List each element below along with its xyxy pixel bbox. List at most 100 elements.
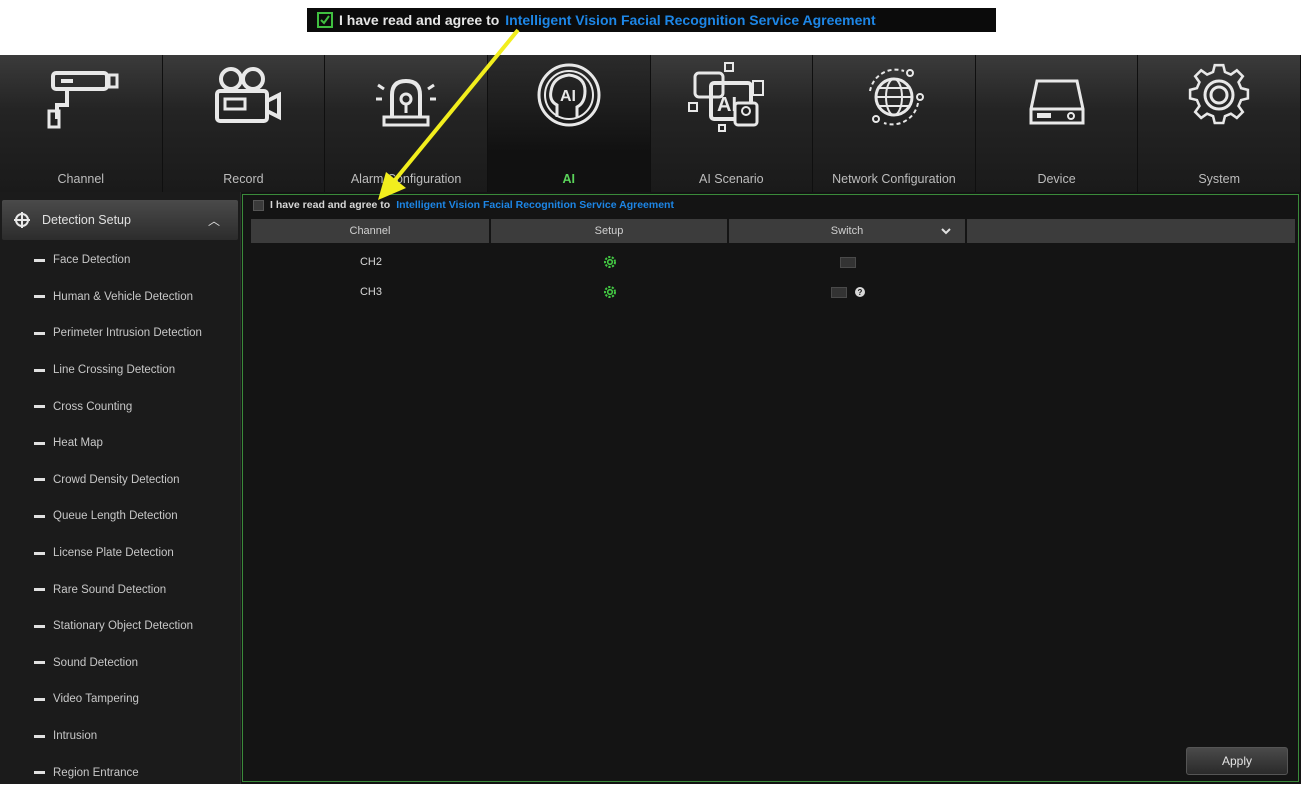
svg-text:AI: AI [560,88,576,105]
tab-record[interactable]: Record [163,55,326,192]
tab-label: Network Configuration [832,172,956,186]
agreement-checkbox[interactable] [253,199,264,211]
sidebar-item-crowd-density-detection[interactable]: Crowd Density Detection [0,462,240,499]
tab-label: AI Scenario [699,172,764,186]
column-header-blank [967,219,1295,243]
alarm-siren-icon [376,78,437,127]
column-header-switch-label: Switch [830,225,864,237]
crosshair-icon [14,212,30,228]
tab-system[interactable]: System [1138,55,1301,192]
agreement-row: I have read and agree to Intelligent Vis… [243,195,1298,215]
sidebar-item-label: License Plate Detection [53,547,174,560]
dash-icon [34,331,45,335]
dash-icon [34,514,45,518]
sidebar-item-label: Crowd Density Detection [53,473,180,486]
sidebar-item-label: Video Tampering [53,693,139,706]
hard-drive-icon [1029,79,1085,125]
row-channel: CH2 [359,256,382,268]
apply-button[interactable]: Apply [1186,747,1288,775]
sidebar-item-label: Perimeter Intrusion Detection [53,327,202,340]
sidebar-item-cross-counting[interactable]: Cross Counting [0,388,240,425]
tab-label: AI [562,172,575,186]
tab-label: Channel [57,172,105,186]
agreement-text: I have read and agree to [270,199,391,211]
ai-scenario-icon: AI [688,62,765,132]
setup-gear-button[interactable] [491,285,729,299]
sidebar-item-perimeter-intrusion-detection[interactable]: Perimeter Intrusion Detection [0,315,240,352]
sidebar: Detection Setup ︿ Face Detection Human &… [0,192,241,784]
sidebar-item-label: Rare Sound Detection [53,583,167,596]
gear-icon [1189,63,1250,125]
tab-ai-scenario[interactable]: AI AI Scenario [651,55,814,192]
sidebar-item-label: Human & Vehicle Detection [53,290,193,303]
sidebar-item-label: Stationary Object Detection [53,620,193,633]
dash-icon [34,258,45,262]
app-window: Channel Record Alarm Configuration AI AI… [0,55,1301,784]
sidebar-item-region-entrance[interactable]: Region Entrance [0,754,240,791]
dash-icon [34,478,45,482]
sidebar-item-face-detection[interactable]: Face Detection [0,242,240,279]
table-header: Channel Setup Switch [251,219,1297,243]
content-panel: I have read and agree to Intelligent Vis… [242,194,1299,782]
gear-icon [604,256,616,268]
ai-head-icon: AI [537,63,601,127]
sidebar-item-video-tampering[interactable]: Video Tampering [0,681,240,718]
column-header-setup: Setup [491,219,727,243]
sidebar-item-license-plate-detection[interactable]: License Plate Detection [0,535,240,572]
sidebar-item-human-vehicle-detection[interactable]: Human & Vehicle Detection [0,279,240,316]
switch-checkbox[interactable] [840,256,856,268]
sidebar-item-line-crossing-detection[interactable]: Line Crossing Detection [0,352,240,389]
agreement-callout: I have read and agree to Intelligent Vis… [307,8,996,32]
tab-label: System [1198,172,1241,186]
switch-checkbox[interactable] [831,286,847,298]
gear-icon [604,286,616,298]
sidebar-item-label: Intrusion [53,730,98,743]
callout-agreement-link[interactable]: Intelligent Vision Facial Recognition Se… [505,12,875,28]
chevron-up-icon[interactable]: ︿ [208,212,220,229]
sidebar-item-label: Queue Length Detection [53,510,178,523]
dash-icon [34,624,45,628]
callout-text: I have read and agree to [339,12,500,28]
sidebar-item-label: Heat Map [53,437,103,450]
agreement-checkbox-checked[interactable] [317,12,333,28]
sidebar-item-intrusion[interactable]: Intrusion [0,718,240,755]
tab-ai[interactable]: AI AI [487,55,651,192]
sidebar-header-detection-setup[interactable]: Detection Setup ︿ [2,200,238,240]
sidebar-header-label: Detection Setup [42,213,131,227]
tab-channel[interactable]: Channel [0,55,163,192]
tab-network-configuration[interactable]: Network Configuration [813,55,976,192]
tab-label: Alarm Configuration [350,172,462,186]
sidebar-item-label: Cross Counting [53,400,133,413]
tab-alarm-configuration[interactable]: Alarm Configuration [325,55,488,192]
sidebar-item-label: Region Entrance [53,766,139,779]
tab-label: Device [1037,172,1076,186]
column-header-channel: Channel [251,219,489,243]
switch-toggle[interactable] [729,256,967,268]
dash-icon [34,661,45,665]
table-row: CH3 ? [251,277,1297,307]
help-icon[interactable]: ? [855,287,865,297]
video-camera-icon [215,67,282,123]
setup-gear-button[interactable] [491,255,729,269]
dash-icon [34,441,45,445]
sidebar-item-heat-map[interactable]: Heat Map [0,425,240,462]
tab-label: Record [223,172,264,186]
dash-icon [34,295,45,299]
sidebar-item-queue-length-detection[interactable]: Queue Length Detection [0,498,240,535]
tab-device[interactable]: Device [976,55,1139,192]
sidebar-item-rare-sound-detection[interactable]: Rare Sound Detection [0,571,240,608]
sidebar-item-stationary-object-detection[interactable]: Stationary Object Detection [0,608,240,645]
dash-icon [34,368,45,372]
camera-icon [47,71,119,129]
sidebar-item-label: Sound Detection [53,656,139,669]
agreement-link[interactable]: Intelligent Vision Facial Recognition Se… [396,199,674,211]
dash-icon [34,551,45,555]
column-header-switch[interactable]: Switch [729,219,965,243]
dash-icon [34,588,45,592]
sidebar-item-label: Face Detection [53,254,131,267]
row-channel: CH3 [359,286,382,298]
sidebar-item-label: Line Crossing Detection [53,364,176,377]
sidebar-item-sound-detection[interactable]: Sound Detection [0,645,240,682]
globe-icon [868,68,924,126]
switch-toggle[interactable]: ? [729,286,967,298]
